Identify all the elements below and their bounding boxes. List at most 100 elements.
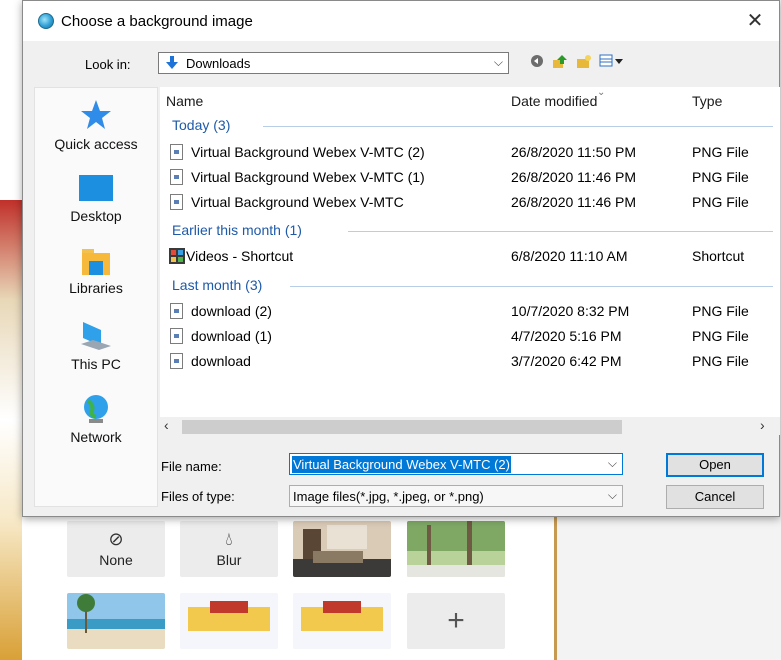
file-name-label: File name: (161, 459, 222, 474)
png-file-icon (170, 353, 183, 369)
desktop-icon (79, 175, 113, 201)
place-this-pc[interactable]: This PC (35, 320, 157, 372)
file-date: 4/7/2020 5:16 PM (511, 328, 622, 344)
open-button[interactable]: Open (666, 453, 764, 477)
libraries-icon (82, 249, 110, 275)
file-type: PNG File (692, 144, 749, 160)
banner-thumbnail-image (180, 593, 278, 649)
network-icon (84, 395, 108, 423)
background-thumbnail-beach[interactable] (67, 593, 165, 649)
file-type: PNG File (692, 169, 749, 185)
file-row[interactable]: Virtual Background Webex V-MTC (1) 26/8/… (160, 166, 780, 190)
column-header-type[interactable]: Type (692, 93, 722, 109)
file-name-value: Virtual Background Webex V-MTC (2) (292, 456, 511, 473)
group-divider (263, 126, 773, 127)
none-icon: ⊘ (108, 529, 124, 549)
dialog-titlebar: Choose a background image ✕ (23, 1, 779, 41)
file-date: 26/8/2020 11:46 PM (511, 194, 637, 210)
cancel-button[interactable]: Cancel (666, 485, 764, 509)
scroll-right-icon[interactable]: › (760, 417, 765, 433)
scroll-thumb[interactable] (182, 420, 622, 434)
look-in-value: Downloads (186, 56, 251, 71)
place-desktop[interactable]: Desktop (35, 174, 157, 224)
file-date: 26/8/2020 11:50 PM (511, 144, 637, 160)
chevron-down-icon[interactable]: ⌵ (608, 456, 617, 471)
file-type: PNG File (692, 303, 749, 319)
blur-drop-icon: 💧︎ (225, 529, 233, 549)
png-file-icon (170, 194, 183, 210)
place-libraries[interactable]: Libraries (35, 246, 157, 296)
column-header-name[interactable]: Name (166, 93, 203, 109)
png-file-icon (170, 169, 183, 185)
download-arrow-icon (166, 56, 178, 69)
file-date: 10/7/2020 8:32 PM (511, 303, 630, 319)
file-row[interactable]: Videos - Shortcut 6/8/2020 11:10 AM Shor… (160, 245, 780, 269)
file-type: Shortcut (692, 248, 745, 264)
file-name-input[interactable]: Virtual Background Webex V-MTC (2) ⌵ (289, 453, 623, 475)
file-name: Virtual Background Webex V-MTC (2) (191, 144, 425, 160)
forest-thumbnail-image (407, 521, 505, 577)
group-divider (290, 286, 773, 287)
place-label: Network (70, 429, 122, 445)
place-label: This PC (71, 356, 121, 372)
file-name: download (1) (191, 328, 272, 344)
places-bar: Quick access Desktop Libraries This PC N… (34, 87, 158, 507)
place-label: Desktop (70, 208, 122, 224)
back-icon[interactable] (528, 54, 546, 72)
none-option[interactable]: ⊘ None (67, 521, 165, 577)
app-logo-icon (38, 13, 54, 29)
background-options-panel: ⊘ None 💧︎ Blur + (22, 515, 554, 660)
file-date: 26/8/2020 11:46 PM (511, 169, 637, 185)
group-header-last-month[interactable]: Last month (3) (172, 277, 262, 293)
file-date: 3/7/2020 6:42 PM (511, 353, 622, 369)
files-of-type-select[interactable]: Image files(*.jpg, *.jpeg, or *.png) ⌵ (289, 485, 623, 507)
file-name: download (2) (191, 303, 272, 319)
file-row[interactable]: Virtual Background Webex V-MTC (2) 26/8/… (160, 141, 780, 165)
file-row[interactable]: Virtual Background Webex V-MTC 26/8/2020… (160, 191, 780, 215)
file-row[interactable]: download (1) 4/7/2020 5:16 PM PNG File (160, 325, 780, 349)
file-type: PNG File (692, 353, 749, 369)
none-option-label: None (99, 552, 133, 568)
background-thumbnail-banner-2[interactable] (293, 593, 391, 649)
file-date: 6/8/2020 11:10 AM (511, 248, 628, 264)
background-thumbnail-room[interactable] (293, 521, 391, 577)
group-header-today[interactable]: Today (3) (172, 117, 230, 133)
view-menu-icon[interactable] (599, 54, 625, 72)
new-folder-icon[interactable] (575, 54, 593, 72)
video-shortcut-icon (169, 248, 185, 264)
place-network[interactable]: Network (35, 393, 157, 445)
file-name: Videos - Shortcut (186, 248, 294, 264)
background-window-edge (0, 0, 22, 660)
file-row[interactable]: download (2) 10/7/2020 8:32 PM PNG File (160, 300, 780, 324)
beach-thumbnail-image (67, 593, 165, 649)
blur-option[interactable]: 💧︎ Blur (180, 521, 278, 577)
group-divider (348, 231, 773, 232)
file-list: Name Date modified ⌄ Type Today (3) Virt… (160, 87, 780, 417)
file-name: download (191, 353, 251, 369)
file-name: Virtual Background Webex V-MTC (191, 194, 404, 210)
png-file-icon (170, 328, 183, 344)
file-name: Virtual Background Webex V-MTC (1) (191, 169, 425, 185)
column-header-date-modified[interactable]: Date modified (511, 93, 597, 109)
horizontal-scrollbar[interactable]: ‹ › (160, 417, 780, 435)
file-row[interactable]: download 3/7/2020 6:42 PM PNG File (160, 350, 780, 374)
chevron-down-icon: ⌵ (607, 488, 617, 502)
group-header-earlier-this-month[interactable]: Earlier this month (1) (172, 222, 302, 238)
sort-caret-icon: ⌄ (597, 87, 606, 98)
files-of-type-value: Image files(*.jpg, *.jpeg, or *.png) (293, 489, 484, 504)
place-label: Quick access (54, 136, 138, 152)
background-thumbnail-banner-1[interactable] (180, 593, 278, 649)
place-quick-access[interactable]: Quick access (35, 98, 157, 152)
blur-option-label: Blur (216, 552, 242, 568)
look-in-label: Look in: (85, 57, 131, 72)
up-folder-icon[interactable] (551, 54, 569, 72)
background-thumbnail-forest[interactable] (407, 521, 505, 577)
look-in-dropdown[interactable]: Downloads ⌵ (158, 52, 509, 74)
file-type: PNG File (692, 328, 749, 344)
choose-background-dialog: Choose a background image ✕ Look in: Dow… (22, 0, 780, 517)
star-icon (81, 100, 111, 129)
scroll-left-icon[interactable]: ‹ (164, 417, 169, 433)
close-button[interactable]: ✕ (739, 7, 771, 35)
add-background-button[interactable]: + (407, 593, 505, 649)
computer-icon (81, 322, 111, 350)
